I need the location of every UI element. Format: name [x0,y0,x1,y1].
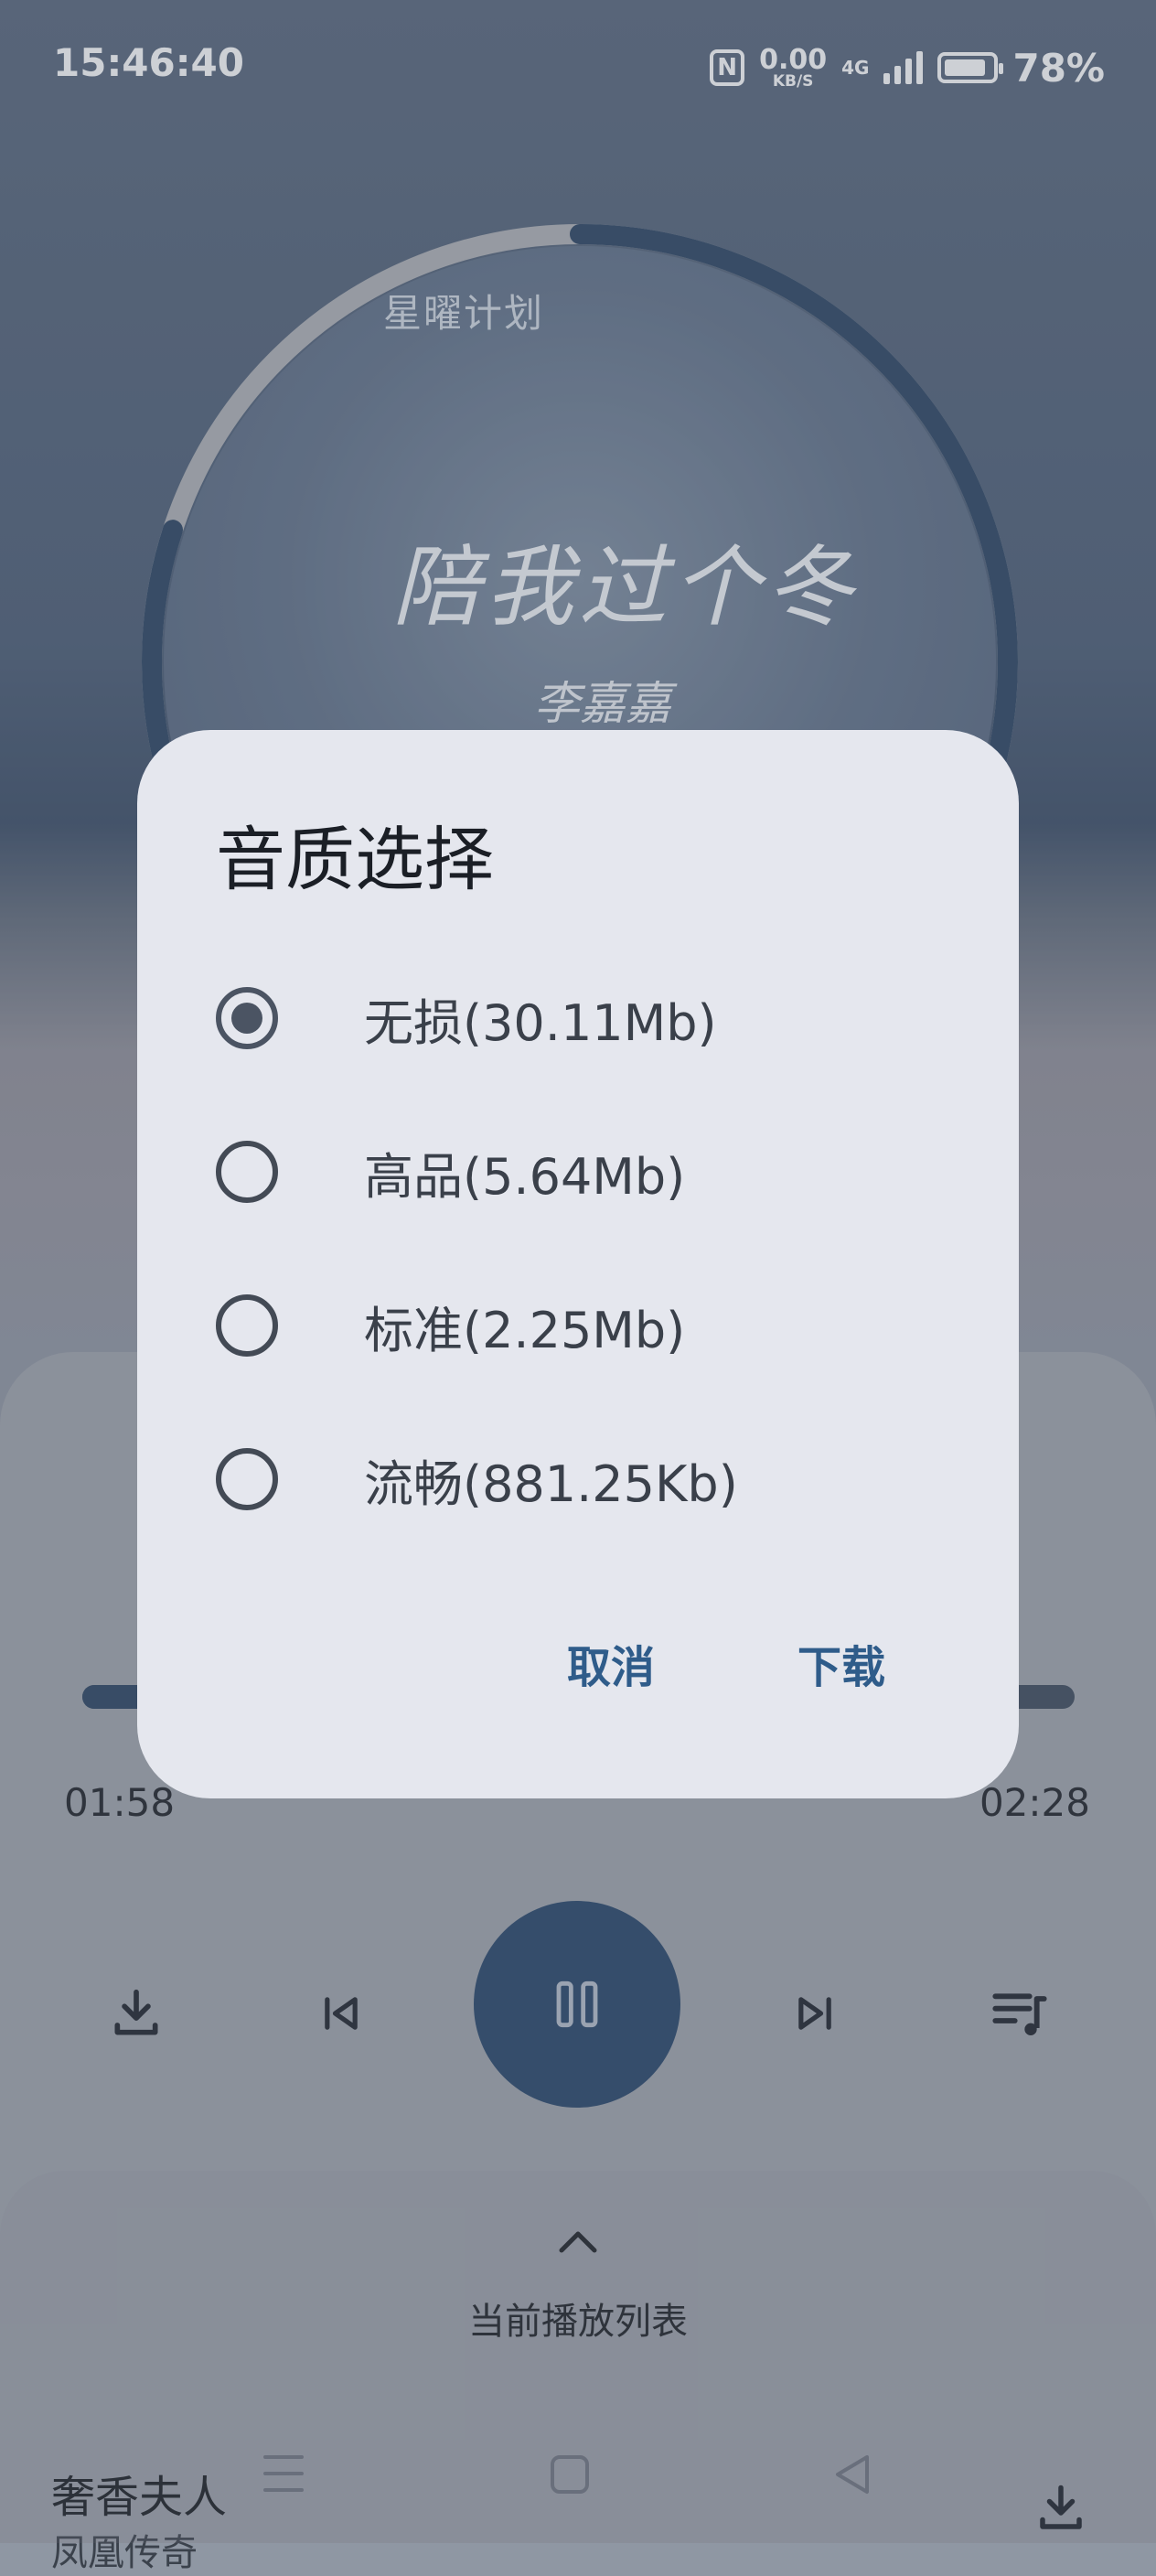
quality-dialog: 音质选择 无损(30.11Mb) 高品(5.64Mb) 标准(2.25Mb) 流… [137,730,1019,1798]
option-label: 流畅(881.25Kb) [364,1454,738,1513]
option-label: 高品(5.64Mb) [364,1147,686,1206]
option-label: 标准(2.25Mb) [364,1301,686,1359]
radio-button[interactable] [216,987,278,1049]
radio-button[interactable] [216,1448,278,1510]
download-confirm-button[interactable]: 下载 [797,1631,885,1695]
quality-option-standard[interactable]: 标准(2.25Mb) [216,1275,966,1376]
radio-button[interactable] [216,1294,278,1357]
quality-option-smooth[interactable]: 流畅(881.25Kb) [216,1429,966,1530]
quality-option-high[interactable]: 高品(5.64Mb) [216,1122,966,1222]
option-label: 无损(30.11Mb) [364,993,717,1052]
dialog-title: 音质选择 [216,819,494,900]
radio-button[interactable] [216,1141,278,1203]
cancel-button[interactable]: 取消 [567,1631,655,1695]
quality-option-lossless[interactable]: 无损(30.11Mb) [216,968,966,1068]
